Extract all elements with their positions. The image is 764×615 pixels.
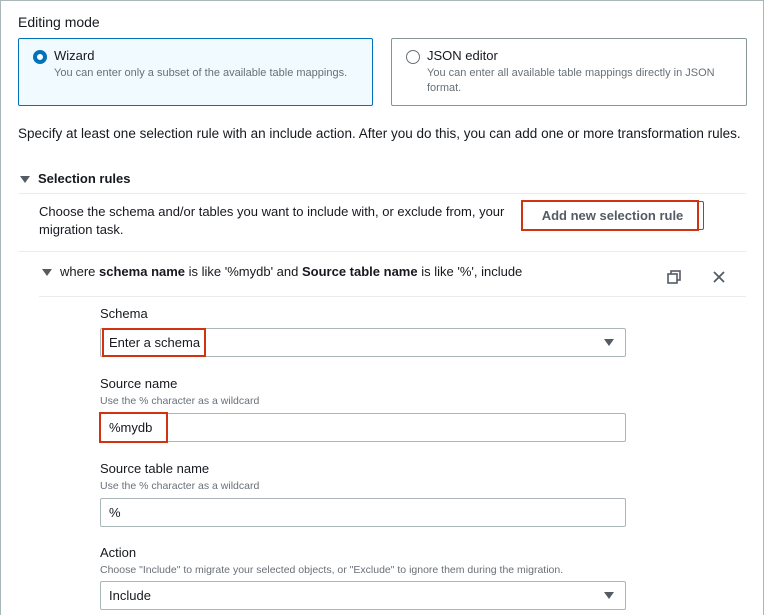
source-table-name-input[interactable]: % bbox=[100, 498, 626, 527]
wizard-mode-option[interactable]: Wizard You can enter only a subset of th… bbox=[18, 38, 373, 106]
rule-summary-prefix: where bbox=[60, 264, 100, 279]
rule-summary-table: Source table name bbox=[302, 264, 418, 279]
chevron-down-icon bbox=[604, 339, 614, 346]
rule-summary-mid1: is like '%mydb' and bbox=[185, 264, 302, 279]
json-editor-mode-option[interactable]: JSON editor You can enter all available … bbox=[391, 38, 747, 106]
wizard-mode-description: You can enter only a subset of the avail… bbox=[54, 67, 348, 79]
chevron-down-icon bbox=[604, 592, 614, 599]
source-name-label: Source name bbox=[100, 376, 178, 391]
caret-down-icon[interactable] bbox=[42, 269, 52, 276]
source-name-value: %mydb bbox=[109, 420, 153, 435]
action-select-value: Include bbox=[109, 588, 151, 603]
rule-summary[interactable]: where schema name is like '%mydb' and So… bbox=[60, 264, 522, 279]
copy-icon[interactable] bbox=[667, 270, 681, 284]
caret-down-icon[interactable] bbox=[20, 176, 30, 183]
action-hint: Choose "Include" to migrate your selecte… bbox=[100, 564, 564, 576]
action-label: Action bbox=[100, 545, 137, 560]
source-table-name-value: % bbox=[109, 505, 121, 520]
rule-summary-mid2: is like '%', include bbox=[417, 264, 523, 279]
selection-rule-instruction: Specify at least one selection rule with… bbox=[18, 126, 741, 141]
json-editor-mode-description: You can enter all available table mappin… bbox=[427, 67, 715, 94]
divider bbox=[18, 251, 746, 252]
json-editor-mode-title: JSON editor bbox=[427, 48, 498, 63]
wizard-mode-title: Wizard bbox=[54, 48, 95, 63]
close-icon[interactable] bbox=[711, 269, 727, 285]
editing-mode-label: Editing mode bbox=[18, 14, 100, 30]
schema-select-value: Enter a schema bbox=[109, 335, 201, 350]
schema-select[interactable]: Enter a schema bbox=[100, 328, 626, 357]
schema-label: Schema bbox=[100, 306, 148, 321]
action-select[interactable]: Include bbox=[100, 581, 626, 610]
add-new-selection-rule-button[interactable]: Add new selection rule bbox=[521, 201, 704, 230]
rule-summary-schema: schema name bbox=[99, 264, 186, 279]
divider bbox=[39, 296, 746, 297]
source-name-input[interactable]: %mydb bbox=[100, 413, 626, 442]
selection-rules-heading[interactable]: Selection rules bbox=[38, 171, 130, 186]
source-name-hint: Use the % character as a wildcard bbox=[100, 395, 260, 407]
selection-rules-description: Choose the schema and/or tables you want… bbox=[39, 204, 505, 237]
divider bbox=[18, 193, 746, 194]
json-editor-radio[interactable] bbox=[406, 50, 420, 64]
source-table-name-hint: Use the % character as a wildcard bbox=[100, 480, 260, 492]
source-table-name-label: Source table name bbox=[100, 461, 210, 476]
wizard-radio[interactable] bbox=[33, 50, 47, 64]
